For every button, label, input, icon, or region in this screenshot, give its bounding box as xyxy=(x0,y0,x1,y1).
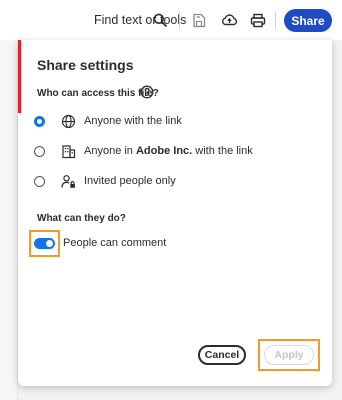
comment-toggle-label[interactable]: People can comment xyxy=(63,237,166,249)
toolbar-divider xyxy=(179,12,180,29)
permissions-question-label: What can they do? xyxy=(37,213,126,224)
document-page-edge xyxy=(0,40,18,400)
dialog-title: Share settings xyxy=(37,57,134,73)
apply-button[interactable]: Apply xyxy=(264,345,314,365)
option-label: Invited people only xyxy=(84,175,176,187)
share-settings-dialog: Share settings Who can access this file?… xyxy=(18,40,332,386)
building-icon xyxy=(61,144,76,159)
save-file-icon[interactable] xyxy=(189,10,209,30)
access-option-anyone-in-org[interactable]: Anyone in Adobe Inc. with the link xyxy=(34,141,314,163)
search-icon[interactable] xyxy=(150,10,170,30)
access-option-invited-only[interactable]: Invited people only xyxy=(34,171,314,193)
printer-icon[interactable] xyxy=(248,10,268,30)
dialog-accent-bar xyxy=(18,40,21,113)
cloud-upload-icon[interactable] xyxy=(219,10,239,30)
option-label: Anyone with the link xyxy=(84,115,182,127)
top-toolbar: Find text or tools Share xyxy=(0,0,342,40)
cancel-button[interactable]: Cancel xyxy=(198,345,246,365)
find-text-label[interactable]: Find text or tools xyxy=(94,13,186,27)
toggle-knob xyxy=(46,240,53,247)
apply-button-highlight: Apply xyxy=(258,339,320,371)
help-icon[interactable] xyxy=(140,85,154,99)
option-label: Anyone in Adobe Inc. with the link xyxy=(84,145,253,157)
share-button[interactable]: Share xyxy=(284,9,332,32)
radio-button[interactable] xyxy=(34,146,45,157)
toolbar-divider xyxy=(275,12,276,29)
radio-button[interactable] xyxy=(34,176,45,187)
person-lock-icon xyxy=(61,174,76,189)
globe-icon xyxy=(61,114,76,129)
access-option-anyone-with-link[interactable]: Anyone with the link xyxy=(34,111,314,133)
comment-toggle-switch[interactable] xyxy=(34,238,55,249)
comment-toggle-highlight xyxy=(29,230,60,257)
radio-button-selected[interactable] xyxy=(34,116,45,127)
